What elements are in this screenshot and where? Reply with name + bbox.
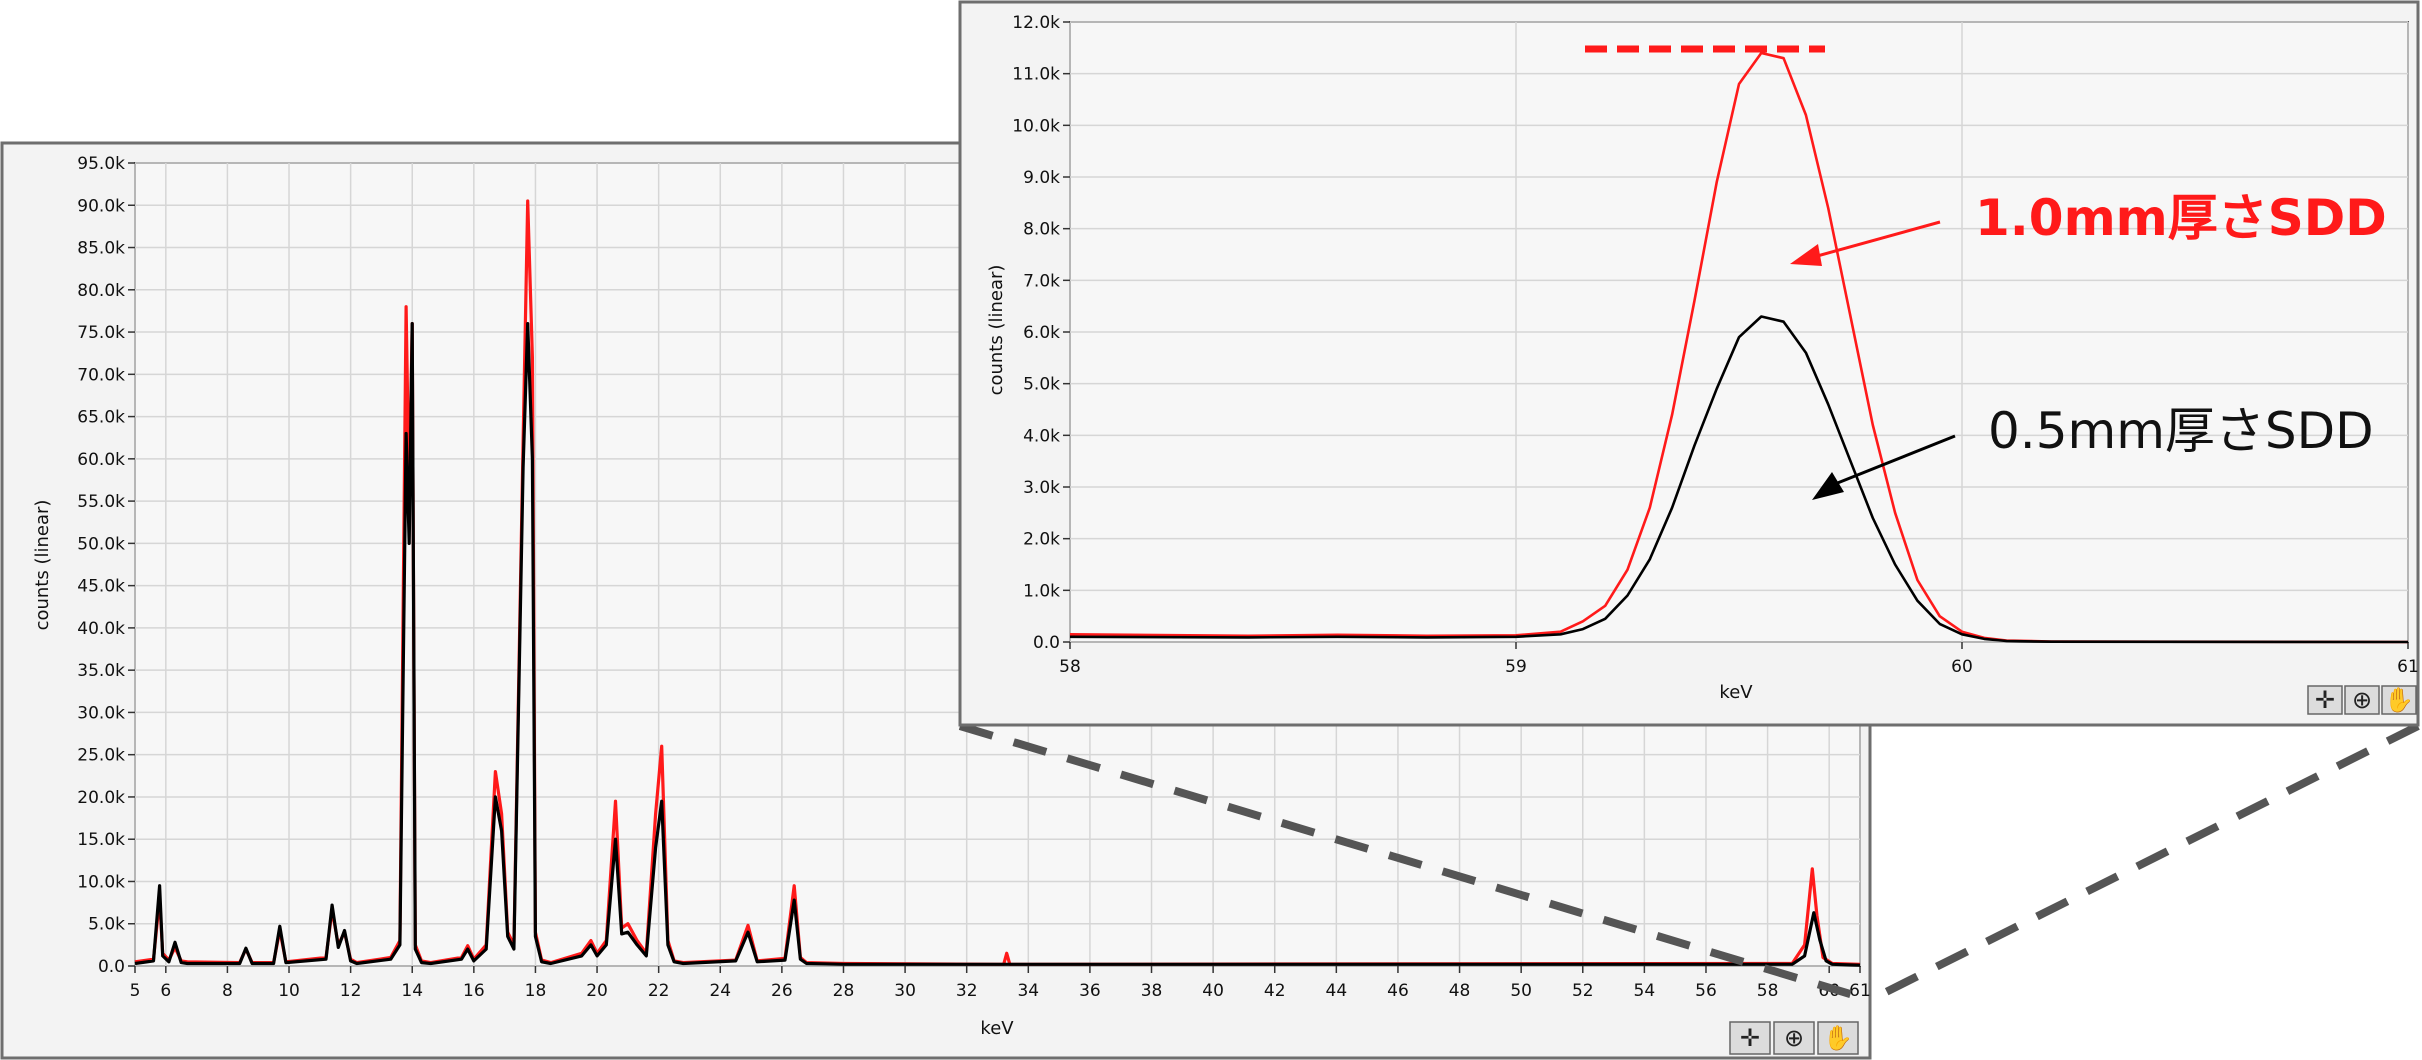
chart-canvas: 0.0 5.0k 10.0k 15.0k 20.0k 25.0k 30.0k 35.0k 40.…: [0, 0, 2420, 1060]
inset-x-tick-label: 60: [1951, 657, 1973, 677]
main-y-tick-label: 60.0k: [77, 450, 125, 470]
inset-x-tick-label: 61: [2397, 657, 2419, 677]
inset-y-tick-label: 6.0k: [1023, 323, 1060, 343]
annotation-05mm-sdd: 0.5mm厚さSDD: [1988, 402, 2374, 460]
main-y-tick-label: 10.0k: [77, 872, 125, 892]
main-y-axis-label: counts (linear): [32, 500, 53, 631]
inset-y-tick-label: 4.0k: [1023, 426, 1060, 446]
main-x-tick-label: 52: [1572, 981, 1594, 1001]
main-x-tick-label: 12: [340, 981, 362, 1001]
main-y-tick-label: 70.0k: [77, 365, 125, 385]
annotation-1mm-sdd: 1.0mm厚さSDD: [1975, 189, 2387, 247]
inset-x-axis-label: keV: [1719, 682, 1753, 703]
main-y-tick-label: 35.0k: [77, 661, 125, 681]
main-graph-toolbar: ✛ ⊕ ✋: [1729, 1021, 1859, 1055]
inset-y-tick-label: 1.0k: [1023, 581, 1060, 601]
main-x-tick-label: 56: [1695, 981, 1717, 1001]
inset-y-tick-label: 7.0k: [1023, 271, 1060, 291]
main-x-tick-label: 24: [709, 981, 731, 1001]
main-x-tick-label: 50: [1510, 981, 1532, 1001]
inset-crosshair-icon: ✛: [2315, 686, 2335, 714]
inset-y-axis-label: counts (linear): [986, 265, 1007, 396]
main-y-tick-label: 25.0k: [77, 746, 125, 766]
inset-x-tick-label: 58: [1059, 657, 1081, 677]
zoom-connector-right: [1868, 722, 2420, 1004]
inset-y-tick-label: 2.0k: [1023, 530, 1060, 550]
main-x-tick-label: 34: [1017, 981, 1039, 1001]
main-y-tick-label: 80.0k: [77, 281, 125, 301]
main-x-tick-label: 8: [222, 981, 233, 1001]
main-x-tick-label: 6: [160, 981, 171, 1001]
main-x-tick-label: 14: [401, 981, 423, 1001]
main-x-tick-label: 40: [1202, 981, 1224, 1001]
main-y-tick-label: 50.0k: [77, 534, 125, 554]
main-y-tick-label: 65.0k: [77, 408, 125, 428]
inset-x-tick-label: 59: [1505, 657, 1527, 677]
main-x-tick-label: 16: [463, 981, 485, 1001]
main-x-tick-label: 48: [1449, 981, 1471, 1001]
main-y-tick-label: 95.0k: [77, 154, 125, 174]
main-y-tick-label: 40.0k: [77, 619, 125, 639]
inset-y-tick-label: 11.0k: [1012, 65, 1060, 85]
main-x-tick-label: 42: [1264, 981, 1286, 1001]
inset-y-tick-label: 3.0k: [1023, 478, 1060, 498]
main-y-tick-label: 30.0k: [77, 703, 125, 723]
main-x-tick-label: 18: [525, 981, 547, 1001]
main-x-tick-label: 22: [648, 981, 670, 1001]
main-x-tick-label: 30: [894, 981, 916, 1001]
hand-icon: ✋: [1823, 1024, 1853, 1052]
main-x-tick-label: 26: [771, 981, 793, 1001]
inset-y-tick-label: 10.0k: [1012, 116, 1060, 136]
inset-y-tick-label: 5.0k: [1023, 375, 1060, 395]
main-y-tick-label: 45.0k: [77, 577, 125, 597]
main-x-tick-label: 20: [586, 981, 608, 1001]
zoom-icon: ⊕: [1784, 1024, 1804, 1052]
main-y-tick-label: 5.0k: [88, 915, 125, 935]
main-y-tick-label: 15.0k: [77, 830, 125, 850]
inset-graph-toolbar: ✛ ⊕ ✋: [2307, 685, 2417, 715]
inset-zoom-panel: 0.0 1.0k 2.0k 3.0k 4.0k 5.0k 6.0k 7.0k 8.0k 9.0k 1…: [958, 0, 2420, 727]
inset-y-tick-label: 9.0k: [1023, 168, 1060, 188]
main-x-tick-label: 32: [956, 981, 978, 1001]
main-x-tick-label: 10: [278, 981, 300, 1001]
main-y-tick-label: 85.0k: [77, 239, 125, 259]
main-y-tick-label: 0.0: [98, 957, 125, 977]
main-x-tick-label: 5: [130, 981, 141, 1001]
main-y-tick-label: 55.0k: [77, 492, 125, 512]
main-y-tick-label: 90.0k: [77, 196, 125, 216]
main-x-tick-label: 28: [833, 981, 855, 1001]
main-x-tick-label: 54: [1634, 981, 1656, 1001]
inset-y-tick-label: 12.0k: [1012, 13, 1060, 33]
crosshair-icon: ✛: [1740, 1024, 1760, 1052]
main-x-axis-label: keV: [980, 1018, 1014, 1039]
main-x-tick-label: 44: [1326, 981, 1348, 1001]
main-y-tick-label: 75.0k: [77, 323, 125, 343]
inset-zoom-icon: ⊕: [2352, 686, 2372, 714]
main-y-tick-label: 20.0k: [77, 788, 125, 808]
inset-y-tick-label: 0.0: [1033, 633, 1060, 653]
main-x-tick-label: 46: [1387, 981, 1409, 1001]
inset-y-tick-label: 8.0k: [1023, 220, 1060, 240]
main-x-tick-label: 38: [1141, 981, 1163, 1001]
main-x-tick-label: 36: [1079, 981, 1101, 1001]
main-x-tick-label: 58: [1757, 981, 1779, 1001]
inset-hand-icon: ✋: [2384, 686, 2414, 714]
main-x-tick-label: 61: [1849, 981, 1871, 1001]
